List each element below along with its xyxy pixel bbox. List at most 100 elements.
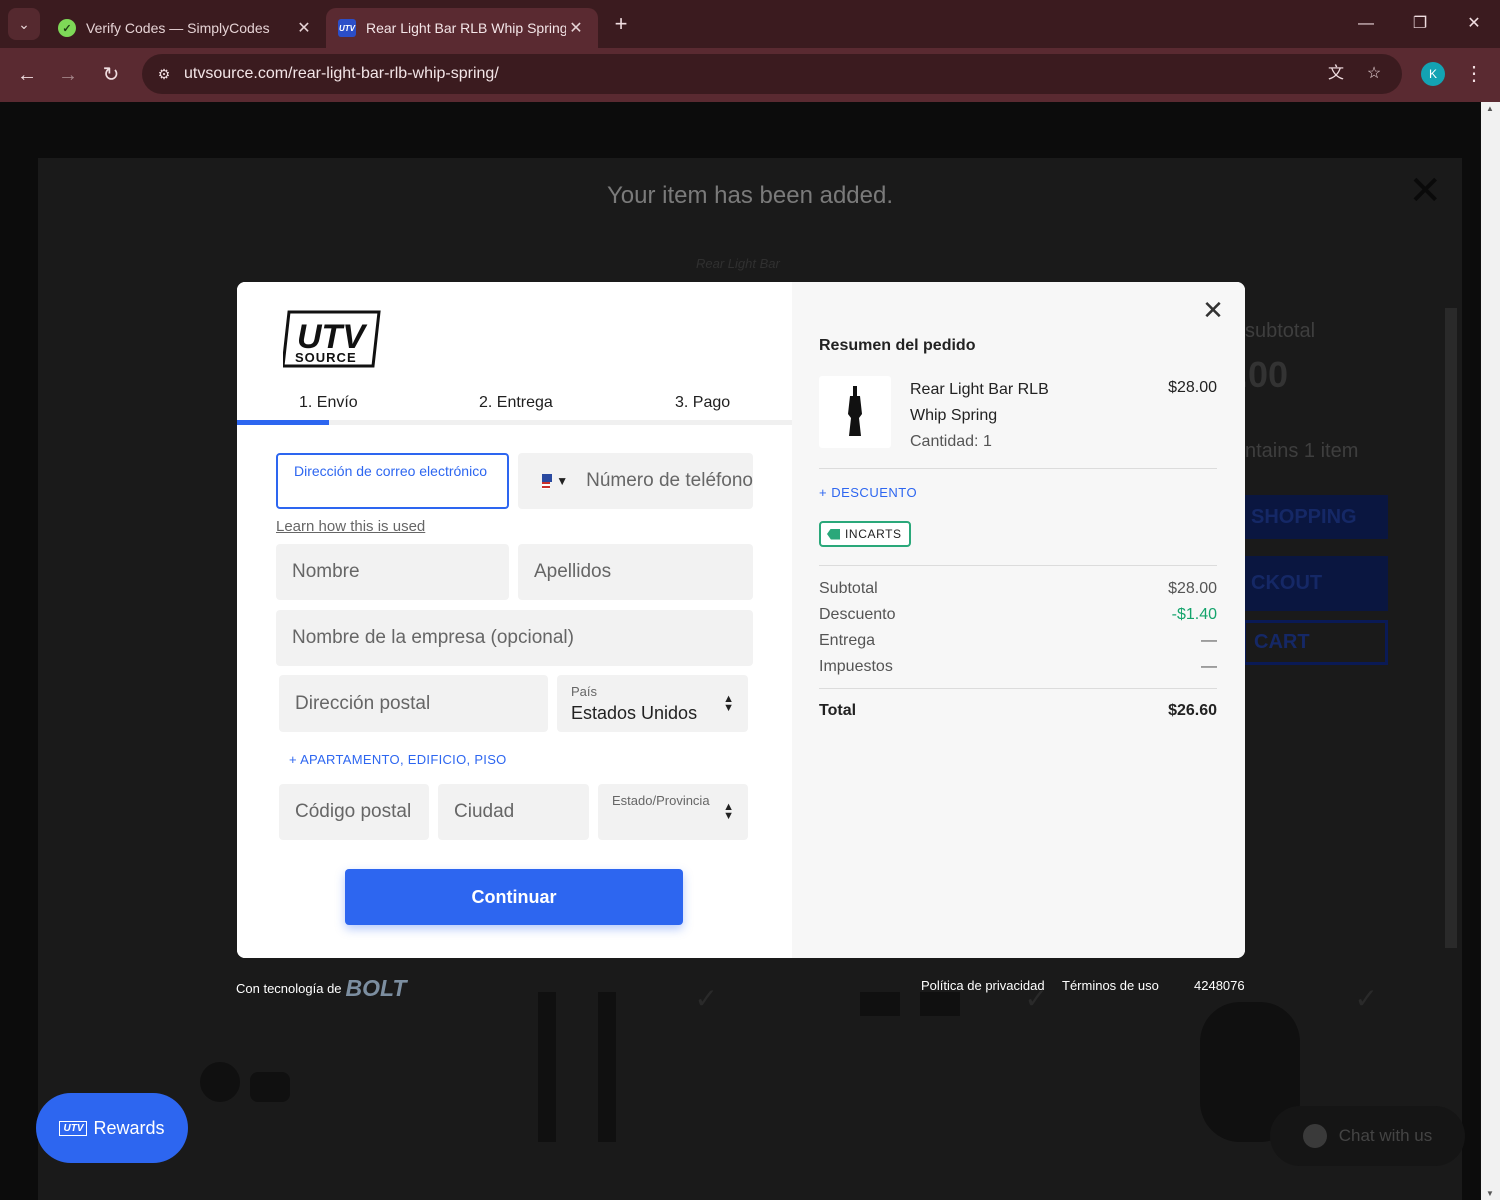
powered-by-text: Con tecnología de bbox=[236, 981, 342, 996]
close-icon[interactable]: ✕ bbox=[1199, 296, 1227, 324]
last-name-field[interactable]: Apellidos bbox=[518, 544, 753, 600]
view-cart-button[interactable]: CART bbox=[1243, 620, 1388, 665]
caret-down-icon[interactable]: ▼ bbox=[556, 474, 568, 488]
summary-title: Resumen del pedido bbox=[819, 337, 976, 354]
tab-title: Rear Light Bar RLB Whip Spring bbox=[366, 20, 566, 36]
browser-menu-icon[interactable]: ⋮ bbox=[1462, 60, 1486, 88]
product-card[interactable]: ✓ bbox=[410, 962, 730, 1142]
step-delivery[interactable]: 2. Entrega bbox=[479, 394, 553, 412]
cart-scrollbar[interactable] bbox=[1445, 308, 1457, 948]
site-settings-icon[interactable]: ⚙ bbox=[152, 62, 176, 86]
bolt-logo: BOLT bbox=[345, 975, 407, 1001]
tab-search-button[interactable]: ⌄ bbox=[8, 8, 40, 40]
product-price: $28.00 bbox=[1168, 379, 1217, 396]
check-icon: ✓ bbox=[694, 983, 718, 1014]
browser-toolbar: ← → ↻ ⚙ utvsource.com/rear-light-bar-rlb… bbox=[0, 48, 1500, 102]
new-tab-button[interactable]: + bbox=[606, 10, 636, 40]
add-discount-link[interactable]: + DESCUENTO bbox=[819, 485, 917, 500]
chevron-down-icon: ⌄ bbox=[18, 15, 30, 32]
discount-value: -$1.40 bbox=[1171, 606, 1217, 623]
company-field[interactable]: Nombre de la empresa (opcional) bbox=[276, 610, 753, 666]
utv-logo-icon: UTV bbox=[59, 1120, 88, 1136]
state-select[interactable]: Estado/Provincia ▲ ▼ bbox=[598, 784, 748, 840]
restore-button[interactable]: ❐ bbox=[1400, 10, 1440, 38]
total-label: Total bbox=[819, 702, 857, 719]
chat-button[interactable]: Chat with us bbox=[1270, 1106, 1465, 1166]
close-icon[interactable]: ✕ bbox=[566, 18, 586, 38]
back-button[interactable]: ← bbox=[12, 60, 42, 90]
chat-icon bbox=[1302, 1124, 1327, 1148]
coupon-badge[interactable]: INCARTS bbox=[819, 521, 911, 547]
address-bar[interactable]: ⚙ utvsource.com/rear-light-bar-rlb-whip-… bbox=[142, 54, 1402, 94]
minimize-button[interactable]: — bbox=[1346, 10, 1386, 38]
first-name-field[interactable]: Nombre bbox=[276, 544, 509, 600]
postal-code-field[interactable]: Código postal bbox=[279, 784, 429, 840]
chat-label: Chat with us bbox=[1338, 1126, 1433, 1145]
reload-icon: ↻ bbox=[102, 64, 120, 86]
arrow-right-icon: → bbox=[58, 64, 78, 86]
delivery-value: — bbox=[1201, 632, 1217, 649]
tab-strip: ⌄ ✓ Verify Codes — SimplyCodes ✕ UTV Rea… bbox=[0, 0, 1500, 48]
rewards-button[interactable]: UTV Rewards bbox=[36, 1093, 188, 1163]
taxes-label: Impuestos bbox=[819, 658, 893, 675]
tag-icon bbox=[827, 528, 840, 540]
step-progress-indicator bbox=[237, 420, 329, 425]
star-icon[interactable]: ☆ bbox=[1362, 62, 1386, 86]
subtotal-label: subtotal bbox=[1245, 320, 1316, 342]
product-thumbnail bbox=[819, 376, 891, 448]
plus-icon: + bbox=[614, 11, 628, 36]
forward-button[interactable]: → bbox=[53, 60, 83, 90]
product-image bbox=[538, 992, 556, 1142]
close-icon[interactable]: ✕ bbox=[294, 18, 314, 38]
phone-placeholder: Número de teléfono bbox=[586, 470, 753, 491]
page-scrollbar[interactable]: ▲ ▼ bbox=[1481, 102, 1500, 1200]
profile-avatar[interactable]: K bbox=[1421, 62, 1445, 86]
close-icon[interactable]: ✕ bbox=[1408, 168, 1442, 214]
translate-icon[interactable]: 文 bbox=[1324, 62, 1348, 86]
terms-link[interactable]: Términos de uso bbox=[1062, 978, 1159, 993]
window-close-button[interactable]: ✕ bbox=[1454, 10, 1494, 38]
us-flag-icon[interactable] bbox=[542, 473, 553, 489]
restore-icon: ❐ bbox=[1412, 15, 1428, 32]
subtotal-label: Subtotal bbox=[819, 580, 878, 597]
svg-text:SOURCE: SOURCE bbox=[295, 350, 357, 365]
checkout-button[interactable]: CKOUT bbox=[1243, 556, 1388, 611]
coupon-code: INCARTS bbox=[845, 527, 902, 541]
minimize-icon: — bbox=[1358, 15, 1374, 32]
close-icon: ✕ bbox=[1467, 15, 1481, 32]
tab-title: Verify Codes — SimplyCodes bbox=[86, 20, 270, 36]
street-address-field[interactable]: Dirección postal bbox=[279, 675, 548, 732]
order-summary-panel: ✕ Resumen del pedido Rear Light Bar RLB … bbox=[792, 282, 1245, 958]
phone-field[interactable]: ▼ Número de teléfono bbox=[518, 453, 753, 509]
privacy-policy-link[interactable]: Política de privacidad bbox=[921, 978, 1045, 993]
email-field[interactable]: Dirección de correo electrónico bbox=[276, 453, 509, 509]
product-image bbox=[250, 1072, 290, 1102]
step-payment[interactable]: 3. Pago bbox=[675, 394, 730, 412]
check-icon: ✓ bbox=[1354, 983, 1378, 1014]
scroll-down-icon[interactable]: ▼ bbox=[1486, 1189, 1494, 1198]
tab-utvsource[interactable]: UTV Rear Light Bar RLB Whip Spring ✕ bbox=[326, 8, 598, 48]
city-field[interactable]: Ciudad bbox=[438, 784, 589, 840]
taxes-value: — bbox=[1201, 658, 1217, 675]
scroll-up-icon[interactable]: ▲ bbox=[1486, 104, 1494, 113]
reload-button[interactable]: ↻ bbox=[96, 60, 126, 90]
product-quantity: Cantidad: 1 bbox=[910, 433, 992, 450]
learn-how-link[interactable]: Learn how this is used bbox=[276, 518, 425, 535]
continue-button[interactable]: Continuar bbox=[345, 869, 683, 925]
continue-shopping-button[interactable]: SHOPPING bbox=[1243, 495, 1388, 539]
product-image bbox=[920, 992, 960, 1016]
utv-source-logo: UTV SOURCE bbox=[283, 310, 381, 368]
state-label: Estado/Provincia bbox=[612, 793, 710, 808]
tab-simplycodes[interactable]: ✓ Verify Codes — SimplyCodes ✕ bbox=[46, 8, 326, 48]
utv-source-icon: UTV bbox=[338, 19, 356, 37]
step-shipping[interactable]: 1. Envío bbox=[299, 394, 358, 412]
whip-spring-image bbox=[848, 386, 862, 436]
discount-label: Descuento bbox=[819, 606, 896, 623]
divider bbox=[819, 565, 1217, 566]
product-image bbox=[200, 1062, 240, 1102]
email-label: Dirección de correo electrónico bbox=[294, 463, 487, 479]
country-select[interactable]: País Estados Unidos ▲ ▼ bbox=[557, 675, 748, 732]
add-apartment-link[interactable]: + APARTAMENTO, EDIFICIO, PISO bbox=[289, 752, 507, 767]
url-text[interactable]: utvsource.com/rear-light-bar-rlb-whip-sp… bbox=[184, 65, 499, 83]
shipping-form-panel: UTV SOURCE 1. Envío 2. Entrega 3. Pago D… bbox=[237, 282, 792, 958]
